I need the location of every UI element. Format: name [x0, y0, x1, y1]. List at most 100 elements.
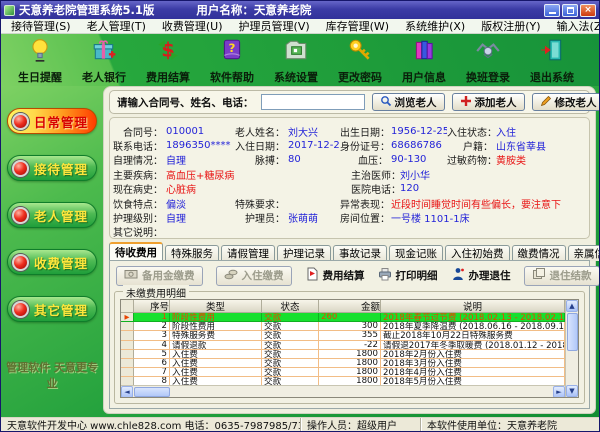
col-idx[interactable]: 序号 — [134, 300, 170, 313]
menu-item[interactable]: 接待管理(S) — [3, 18, 79, 34]
table-row[interactable]: 2 阶段性费用 交款 300 2018年夏季降温费 (2018.06.16 - … — [121, 322, 565, 331]
menu-item[interactable]: 输入法(Z) — [549, 18, 600, 34]
red-sphere-icon — [12, 301, 29, 318]
hospital-phone-value: 120 — [397, 183, 585, 194]
user-info-button[interactable]: 用户信息 — [393, 37, 455, 85]
title-bar: 天意养老院管理系统5.1版 用户名称：天意养老院 × — [1, 1, 599, 19]
menu-item[interactable]: 系统维护(X) — [397, 18, 473, 34]
bulb-icon — [27, 37, 53, 67]
col-status[interactable]: 状态 — [262, 300, 319, 313]
tab[interactable]: 缴费情况 — [512, 245, 566, 261]
search-input[interactable] — [261, 94, 365, 110]
sidebar-item-daily[interactable]: 日常管理 — [7, 108, 97, 134]
table-row[interactable]: 6 入住费 交款 1800 2018年3月份入住费 — [121, 359, 565, 368]
tab[interactable]: 特殊服务 — [165, 245, 219, 261]
sidebar-slogan: 管理软件 天意更专业 — [1, 359, 103, 391]
checkin-date-value: 2017-12-20 — [285, 140, 340, 151]
scroll-left-arrow[interactable]: ◄ — [121, 386, 133, 398]
table-row[interactable]: 4 请假退款 交款 -22 请假退2017年冬季取暖费 (2018.01.12 … — [121, 341, 565, 350]
minimize-button[interactable] — [544, 4, 560, 17]
scroll-right-arrow[interactable]: ► — [553, 386, 565, 398]
sidebar-item-reception[interactable]: 接待管理 — [7, 155, 97, 181]
row-pointer — [121, 359, 134, 368]
checkin-pay-button[interactable]: 入住缴费 — [216, 266, 292, 286]
row-pointer: ▶ — [121, 313, 134, 322]
shift-login-button[interactable]: 换班登录 — [457, 37, 519, 85]
settings-icon — [283, 37, 309, 67]
exit-system-button[interactable]: 退出系统 — [521, 37, 583, 85]
browse-elder-button[interactable]: 浏览老人 — [372, 93, 445, 111]
change-password-button[interactable]: 更改密码 — [329, 37, 391, 85]
close-button[interactable]: × — [580, 4, 596, 17]
field-label: 联系电话： — [112, 138, 163, 153]
field-label: 合同号： — [112, 124, 163, 139]
vscroll-thumb[interactable] — [567, 313, 578, 351]
unpaid-detail-group: 未缴费用明细 序号 类型 状态 金额 说明 — [114, 291, 585, 404]
table-row[interactable]: 8 入住费 交款 1800 2018年5月份入住费 — [121, 377, 565, 385]
field-label: 主治医师： — [351, 167, 397, 182]
hscroll-thumb[interactable] — [134, 387, 170, 397]
sidebar-item-other[interactable]: 其它管理 — [7, 296, 97, 322]
sidebar-item-elders[interactable]: 老人管理 — [7, 202, 97, 228]
software-help-button[interactable]: ? 软件帮助 — [201, 37, 263, 85]
field-label: 出生日期： — [340, 124, 388, 139]
plus-icon — [460, 95, 472, 110]
table-row[interactable]: 3 特殊服务费 交款 355 截止2018年10月22日特殊服务费 — [121, 331, 565, 340]
checkout-settle-button[interactable]: 退住结款 — [524, 266, 600, 286]
scroll-down-arrow[interactable]: ▼ — [566, 385, 578, 397]
scroll-up-arrow[interactable]: ▲ — [566, 300, 578, 312]
elder-info-panel: 合同号： 010001 老人姓名： 刘大兴 出生日期： 1956-12-25 入… — [109, 117, 590, 239]
window-title: 天意养老院管理系统5.1版 — [19, 2, 154, 18]
tab[interactable]: 事故记录 — [333, 245, 387, 261]
table-row[interactable]: ▶ 1 阶段性费用 交款 260 2018年春节过节费 (2018.02.13 … — [121, 313, 565, 322]
menu-item[interactable]: 护理员管理(V) — [231, 18, 318, 34]
menu-item[interactable]: 收费管理(U) — [154, 18, 231, 34]
print-detail-button[interactable]: 打印明细 — [378, 267, 438, 284]
tab[interactable]: 亲属信息 — [568, 245, 600, 261]
tab[interactable]: 现金记账 — [389, 245, 443, 261]
checkout-button[interactable]: 办理退住 — [451, 267, 511, 284]
reserve-pay-button[interactable]: 备用金缴费 — [116, 266, 203, 286]
field-label: 现在病史： — [112, 181, 163, 196]
col-desc[interactable]: 说明 — [381, 300, 565, 313]
exit-door-icon — [539, 37, 565, 67]
maximize-button[interactable] — [562, 4, 578, 17]
tab-strip: 待收费用特殊服务请假管理护理记录事故记录现金记账入住初始费缴费情况亲属信息老人银… — [109, 242, 590, 261]
field-label: 护理员： — [233, 210, 285, 225]
vertical-scrollbar[interactable]: ▲ ▼ — [565, 300, 578, 397]
tab[interactable]: 护理记录 — [277, 245, 331, 261]
sidebar-item-fees[interactable]: 收费管理 — [7, 249, 97, 275]
handshake-icon — [475, 37, 501, 67]
col-type[interactable]: 类型 — [170, 300, 262, 313]
search-icon — [380, 95, 392, 110]
red-sphere-icon — [12, 207, 29, 224]
system-settings-button[interactable]: 系统设置 — [265, 37, 327, 85]
elder-bank-button[interactable]: 老人银行 — [73, 37, 135, 85]
field-label: 饮食特点： — [112, 196, 163, 211]
col-amount[interactable]: 金额 — [319, 300, 381, 313]
fee-settle-button[interactable]: $ 费用结算 — [137, 37, 199, 85]
table-row[interactable]: 5 入住费 交款 1800 2018年2月份入住费 — [121, 350, 565, 359]
add-elder-button[interactable]: 添加老人 — [452, 93, 525, 111]
birthday-reminder-button[interactable]: 生日提醒 — [9, 37, 71, 85]
help-book-icon: ? — [219, 37, 245, 67]
contract-no-value: 010001 — [163, 126, 233, 137]
tab[interactable]: 入住初始费 — [445, 245, 510, 261]
coins-icon — [224, 267, 238, 284]
fee-settlement-button[interactable]: 费用结算 — [305, 267, 365, 284]
status-operator: 操作人员：超级用户 — [301, 418, 421, 431]
horizontal-scrollbar[interactable]: ◄ ► — [121, 385, 565, 397]
room-value: 一号楼 1101-1床 — [388, 210, 585, 225]
search-panel: 请输入合同号、姓名、电话： 浏览老人 添加老人 修改老人 清除信息 — [109, 90, 590, 114]
menu-item[interactable]: 库存管理(W) — [318, 18, 397, 34]
person-icon — [451, 267, 465, 284]
books-icon — [411, 37, 437, 67]
field-label: 入住日期： — [233, 138, 285, 153]
modify-elder-button[interactable]: 修改老人 — [532, 93, 600, 111]
menu-item[interactable]: 版权注册(Y) — [473, 18, 548, 34]
table-row[interactable]: 7 入住费 交款 1800 2018年4月份入住费 — [121, 368, 565, 377]
pencil-icon — [540, 95, 552, 110]
tab[interactable]: 待收费用 — [109, 242, 163, 261]
menu-item[interactable]: 老人管理(T) — [79, 18, 154, 34]
tab[interactable]: 请假管理 — [221, 245, 275, 261]
